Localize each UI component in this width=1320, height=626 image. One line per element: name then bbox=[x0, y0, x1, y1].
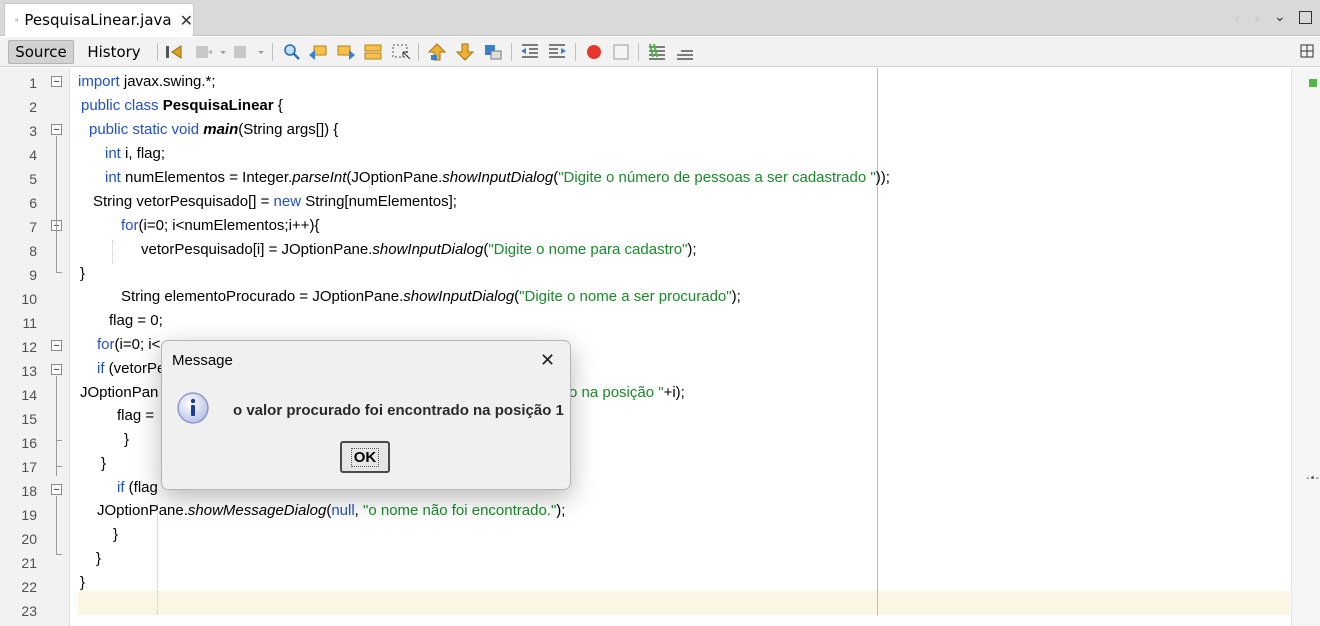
editor-tab-bar: PesquisaLinear.java ✕ ‹ › ⌄ bbox=[0, 0, 1320, 36]
scroll-tabs-left-icon[interactable]: ‹ bbox=[1234, 9, 1240, 28]
code-line-16: } bbox=[124, 431, 130, 448]
code-line-12: for(i=0; i< bbox=[97, 336, 161, 353]
caret-position-marker: -•- bbox=[1306, 473, 1320, 484]
toolbar-separator bbox=[511, 43, 512, 61]
code-line-9: } bbox=[80, 265, 86, 282]
shift-left-icon[interactable] bbox=[520, 43, 540, 61]
code-line-4: int i, flag; bbox=[105, 145, 166, 162]
code-line-20: } bbox=[113, 526, 119, 543]
code-line-11: flag = 0; bbox=[109, 312, 163, 329]
tab-pesquisalinear[interactable]: PesquisaLinear.java ✕ bbox=[4, 3, 194, 36]
information-icon bbox=[177, 392, 209, 424]
chevron-down-icon[interactable]: ⌄ bbox=[1274, 9, 1286, 25]
dialog-message: o valor procurado foi encontrado na posi… bbox=[233, 402, 564, 419]
toolbar-separator bbox=[418, 43, 419, 61]
code-line-2: public class PesquisaLinear { bbox=[81, 97, 283, 114]
toolbar-separator bbox=[157, 43, 158, 61]
stop-macro-recording-icon[interactable] bbox=[611, 43, 631, 61]
code-line-13: if (vetorPe bbox=[97, 360, 166, 377]
maximize-window-icon[interactable] bbox=[1299, 11, 1312, 24]
find-icon[interactable] bbox=[282, 43, 302, 61]
find-previous-icon[interactable] bbox=[308, 43, 328, 61]
code-line-6: String vetorPesquisado[] = new String[nu… bbox=[93, 193, 457, 210]
shift-right-icon[interactable] bbox=[547, 43, 567, 61]
code-line-1: import javax.swing.*; bbox=[78, 73, 216, 90]
ok-button-label: OK bbox=[350, 447, 380, 467]
next-bookmark-icon[interactable] bbox=[455, 43, 475, 61]
code-line-5: int numElementos = Integer.parseInt(JOpt… bbox=[105, 169, 890, 186]
code-line-22: } bbox=[80, 574, 86, 591]
no-errors-indicator[interactable] bbox=[1309, 79, 1317, 87]
back-dropdown-icon[interactable] bbox=[213, 43, 226, 61]
dialog-close-icon[interactable]: ✕ bbox=[540, 350, 555, 371]
find-next-icon[interactable] bbox=[336, 43, 356, 61]
code-line-8: vetorPesquisado[i] = JOptionPane.showInp… bbox=[141, 241, 697, 258]
ok-button[interactable]: OK bbox=[340, 441, 390, 473]
tab-label: PesquisaLinear.java bbox=[24, 11, 172, 29]
code-line-17: } bbox=[101, 455, 107, 472]
rectangular-selection-icon[interactable] bbox=[391, 43, 411, 61]
code-line-14-tail: o na posição "+i); bbox=[569, 384, 685, 401]
error-stripe[interactable]: -•- bbox=[1291, 68, 1320, 626]
java-file-icon bbox=[15, 18, 19, 22]
toolbar-separator bbox=[638, 43, 639, 61]
uncomment-icon[interactable] bbox=[675, 43, 695, 61]
code-line-19: JOptionPane.showMessageDialog(null, "o n… bbox=[97, 502, 566, 519]
comment-icon[interactable] bbox=[647, 43, 667, 61]
history-button[interactable]: History bbox=[80, 40, 148, 64]
forward-dropdown-icon[interactable] bbox=[251, 43, 264, 61]
toolbar-separator bbox=[575, 43, 576, 61]
code-line-7: for(i=0; i<numElementos;i++){ bbox=[121, 217, 320, 234]
code-line-18: if (flag bbox=[117, 479, 158, 496]
toggle-bookmark-icon[interactable] bbox=[483, 43, 503, 61]
code-line-10: String elementoProcurado = JOptionPane.s… bbox=[121, 288, 741, 305]
start-macro-recording-icon[interactable] bbox=[584, 43, 604, 61]
last-edit-icon[interactable] bbox=[164, 43, 184, 61]
source-button[interactable]: Source bbox=[8, 40, 74, 64]
editor-toolbar: Source History bbox=[0, 37, 1320, 67]
back-icon[interactable] bbox=[193, 43, 213, 61]
previous-bookmark-icon[interactable] bbox=[427, 43, 447, 61]
message-dialog: Message ✕ o valor procurado foi encontra… bbox=[161, 340, 571, 490]
forward-icon[interactable] bbox=[231, 43, 251, 61]
code-line-14: JOptionPan bbox=[80, 384, 159, 401]
expand-editor-icon[interactable] bbox=[1300, 44, 1314, 58]
dialog-title: Message bbox=[172, 352, 233, 369]
close-tab-icon[interactable]: ✕ bbox=[180, 11, 193, 30]
code-line-3: public static void main(String args[]) { bbox=[89, 121, 339, 138]
scroll-tabs-right-icon[interactable]: › bbox=[1254, 9, 1260, 28]
toolbar-separator bbox=[272, 43, 273, 61]
code-line-21: } bbox=[96, 550, 102, 567]
toggle-highlight-icon[interactable] bbox=[363, 43, 383, 61]
code-line-15: flag = bbox=[117, 407, 155, 424]
